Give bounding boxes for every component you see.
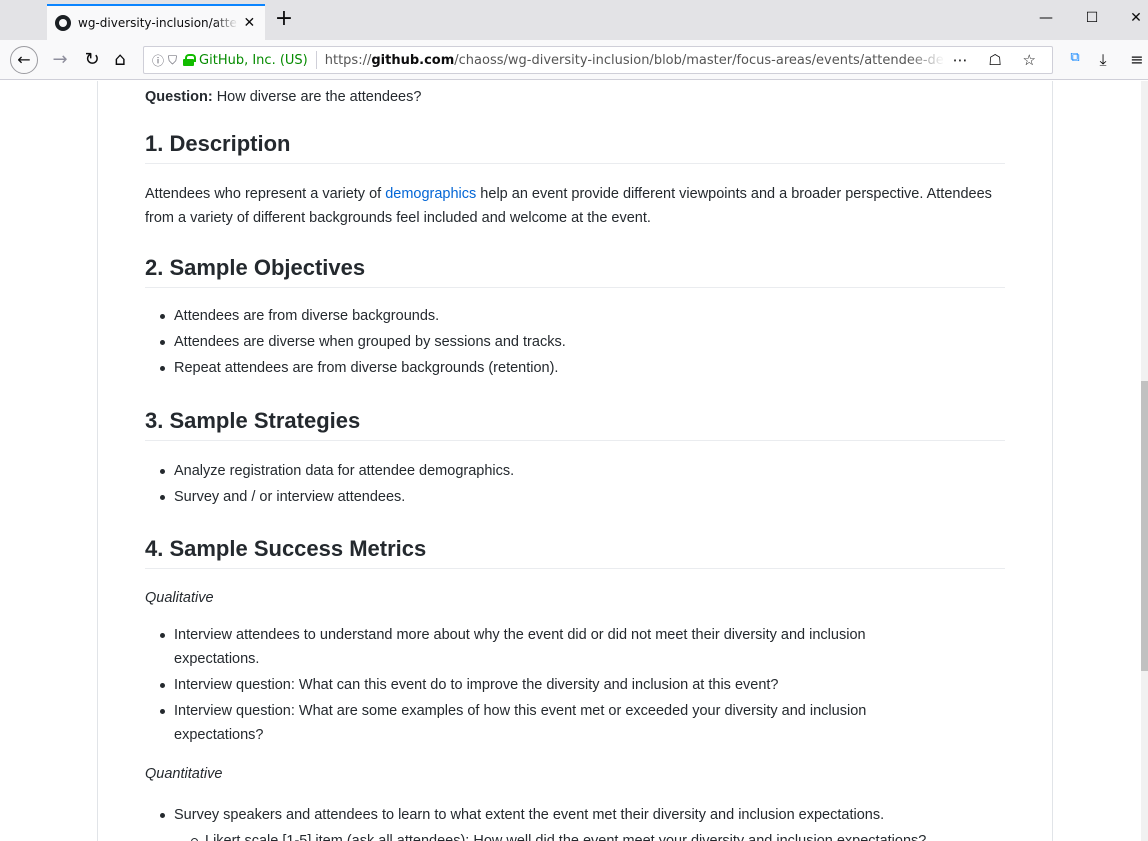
page-actions[interactable]: ⋯ ☖ ☆ <box>953 51 1044 69</box>
description-paragraph: Attendees who represent a variety of dem… <box>145 186 992 226</box>
list-item: Attendees are diverse when grouped by se… <box>145 330 566 354</box>
list-item: Interview question: What can this event … <box>145 673 945 697</box>
hamburger-menu-icon[interactable]: ≡ <box>1126 50 1148 72</box>
home-icon[interactable]: ⌂ <box>108 48 132 72</box>
heading-description: 1. Description <box>145 129 1005 164</box>
minimize-button[interactable]: — <box>1031 10 1061 26</box>
quantitative-list: Survey speakers and attendees to learn t… <box>145 803 1005 841</box>
tab-title: wg-diversity-inclusion/attendee-demograp… <box>78 16 238 30</box>
quantitative-label: Quantitative <box>145 766 223 782</box>
extension-icon[interactable]: ⧉ <box>1064 50 1086 72</box>
tab-active[interactable]: wg-diversity-inclusion/attendee-demograp… <box>47 4 265 40</box>
objectives-list: Attendees are from diverse backgrounds. … <box>145 304 566 382</box>
qualitative-label: Qualitative <box>145 590 214 606</box>
qualitative-list: Interview attendees to understand more a… <box>145 623 945 749</box>
list-item: Attendees are from diverse backgrounds. <box>145 304 566 328</box>
back-arrow-icon[interactable]: ← <box>10 46 38 74</box>
url-text[interactable]: https://github.com/chaoss/wg-diversity-i… <box>325 53 945 68</box>
list-item: Repeat attendees are from diverse backgr… <box>145 356 566 380</box>
tab-strip: wg-diversity-inclusion/attendee-demograp… <box>0 0 1148 40</box>
demographics-link[interactable]: demographics <box>385 186 476 202</box>
maximize-button[interactable]: ☐ <box>1077 10 1107 26</box>
new-tab-button[interactable]: + <box>272 8 296 32</box>
list-item: Survey speakers and attendees to learn t… <box>145 803 1005 827</box>
forward-arrow-icon[interactable]: → <box>48 48 72 72</box>
heading-objectives: 2. Sample Objectives <box>145 253 1005 288</box>
github-icon <box>55 15 71 31</box>
reload-icon[interactable]: ↻ <box>80 48 104 72</box>
info-icon[interactable]: ⓘ <box>152 52 164 69</box>
download-icon[interactable]: ⤓ <box>1092 50 1114 72</box>
list-item: Interview attendees to understand more a… <box>145 623 945 671</box>
page-viewport: Question: How diverse are the attendees?… <box>0 81 1148 841</box>
lock-icon[interactable] <box>183 54 197 66</box>
url-separator <box>315 51 317 69</box>
right-gutter <box>1053 81 1148 841</box>
navigation-toolbar: ← → ↻ ⌂ ⓘ ⛉ GitHub, Inc. (US) https://gi… <box>0 40 1148 80</box>
close-window-button[interactable]: ✕ <box>1121 10 1148 26</box>
strategies-list: Analyze registration data for attendee d… <box>145 459 514 511</box>
url-bar[interactable]: ⓘ ⛉ GitHub, Inc. (US) https://github.com… <box>143 46 1053 74</box>
list-item: Interview question: What are some exampl… <box>145 699 945 747</box>
scrollbar-thumb[interactable] <box>1141 381 1148 671</box>
heading-metrics: 4. Sample Success Metrics <box>145 534 1005 569</box>
list-item: Survey and / or interview attendees. <box>145 485 514 509</box>
left-gutter <box>0 81 97 841</box>
shield-icon[interactable]: ⛉ <box>168 53 177 68</box>
list-item: Analyze registration data for attendee d… <box>145 459 514 483</box>
heading-strategies: 3. Sample Strategies <box>145 406 1005 441</box>
question-line: Question: How diverse are the attendees? <box>145 89 422 105</box>
list-item: Likert scale [1-5] item (ask all attende… <box>145 829 1005 841</box>
site-identity[interactable]: GitHub, Inc. (US) <box>199 53 308 68</box>
tab-close-icon[interactable]: ✕ <box>242 15 257 31</box>
